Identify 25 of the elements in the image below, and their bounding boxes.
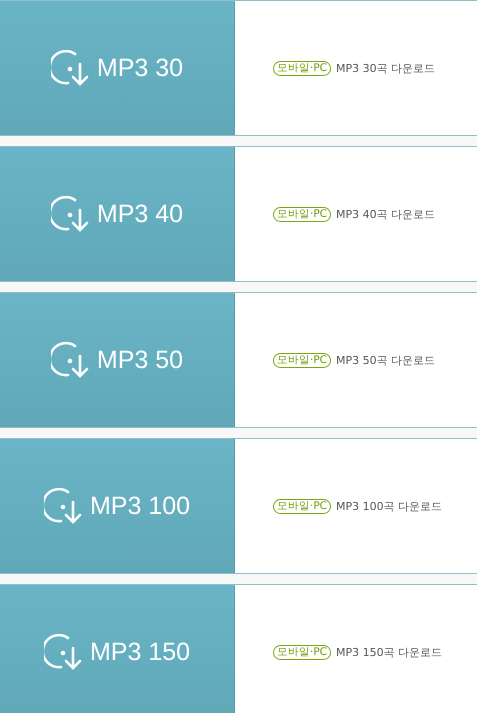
product-panel[interactable]: MP3 100 bbox=[0, 439, 235, 573]
product-title: MP3 50 bbox=[96, 346, 184, 374]
platform-tag: 모바일·PC bbox=[273, 60, 332, 76]
download-icon bbox=[50, 341, 89, 379]
product-panel[interactable]: MP3 30 bbox=[0, 1, 235, 135]
product-panel[interactable]: MP3 50 bbox=[0, 293, 235, 427]
product-panel[interactable]: MP3 40 bbox=[0, 147, 235, 281]
download-icon bbox=[44, 633, 82, 671]
product-title: MP3 150 bbox=[90, 638, 190, 666]
download-icon bbox=[44, 487, 82, 525]
download-icon bbox=[50, 49, 89, 87]
platform-tag: 모바일·PC bbox=[273, 352, 332, 368]
product-description: MP3 100곡 다운로드 bbox=[336, 498, 442, 514]
product-description: MP3 150곡 다운로드 bbox=[336, 644, 442, 660]
product-description: MP3 30곡 다운로드 bbox=[336, 60, 436, 76]
product-description: MP3 40곡 다운로드 bbox=[336, 206, 436, 222]
product-title: MP3 100 bbox=[90, 492, 190, 520]
product-panel[interactable]: MP3 150 bbox=[0, 585, 235, 713]
platform-tag: 모바일·PC bbox=[273, 498, 332, 514]
product-description: MP3 50곡 다운로드 bbox=[336, 352, 436, 368]
platform-tag: 모바일·PC bbox=[273, 644, 332, 660]
product-title: MP3 30 bbox=[96, 54, 184, 82]
download-icon bbox=[50, 195, 89, 233]
platform-tag: 모바일·PC bbox=[273, 206, 332, 222]
product-title: MP3 40 bbox=[96, 200, 184, 228]
